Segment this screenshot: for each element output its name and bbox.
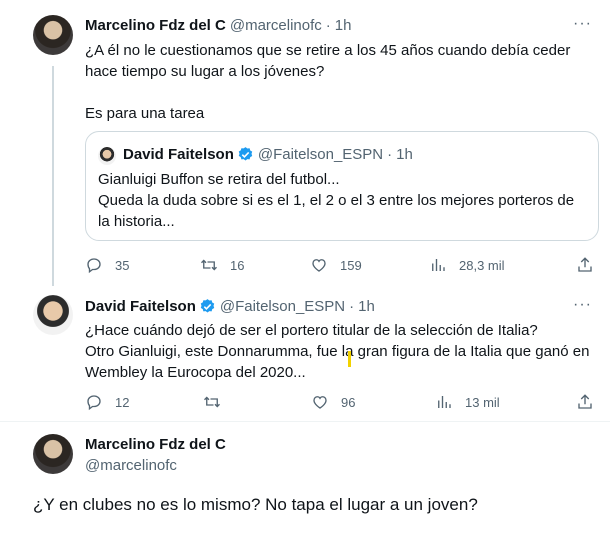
reply-icon [87, 258, 101, 274]
retweet-icon [201, 259, 217, 271]
author-handle[interactable]: @marcelinofc [230, 17, 322, 34]
tweet-header: David Faitelson @Faitelson_ESPN · 1h [85, 298, 375, 315]
quoted-tweet-text: Gianluigi Buffon se retira del futbol...… [98, 171, 575, 230]
tweet-reply-1[interactable]: Marcelino Fdz del C @marcelinofc · 1h ··… [0, 0, 610, 290]
timestamp[interactable]: 1h [358, 298, 375, 315]
more-icon[interactable]: ··· [573, 296, 592, 314]
main-author-name[interactable]: Marcelino Fdz del C [85, 436, 226, 453]
tweet-actions: 35 16 159 28,3 mil [85, 255, 595, 275]
retweet-count: 16 [230, 257, 245, 273]
quoted-tweet-header: David Faitelson @Faitelson_ESPN · 1h [123, 146, 413, 163]
reply-button[interactable]: 35 [85, 256, 129, 274]
views-button[interactable]: 13 mil [435, 393, 500, 411]
reply-icon [87, 395, 101, 411]
views-button[interactable]: 28,3 mil [429, 256, 505, 274]
views-count: 13 mil [465, 394, 500, 410]
avatar[interactable] [33, 434, 73, 474]
separator-dot: · [325, 17, 331, 34]
main-author-handle[interactable]: @marcelinofc [85, 457, 177, 474]
views-icon [438, 396, 451, 408]
text-cursor [348, 351, 351, 367]
share-button[interactable] [576, 393, 594, 411]
avatar [98, 147, 116, 165]
timestamp: 1h [396, 146, 413, 163]
retweet-icon [204, 396, 220, 408]
like-icon [312, 259, 326, 272]
like-count: 159 [340, 257, 362, 273]
verified-badge-icon [238, 147, 253, 161]
share-button[interactable] [576, 256, 594, 274]
like-count: 96 [341, 394, 356, 410]
views-icon [432, 259, 445, 271]
retweet-button[interactable]: 16 [200, 256, 244, 274]
tweet-header: Marcelino Fdz del C @marcelinofc · 1h [85, 17, 351, 34]
author-handle: @Faitelson_ESPN [257, 146, 384, 163]
tweet-actions: 12 96 13 mil [85, 392, 595, 412]
separator-dot: · [387, 146, 393, 163]
avatar[interactable] [33, 15, 73, 55]
like-button[interactable]: 96 [311, 393, 355, 411]
reply-count: 12 [115, 394, 130, 410]
verified-badge-icon [200, 299, 215, 313]
author-name[interactable]: David Faitelson [85, 298, 196, 315]
tweet-text: ¿Hace cuándo dejó de ser el portero titu… [85, 322, 590, 381]
like-button[interactable]: 159 [310, 256, 362, 274]
tweet-reply-2[interactable]: David Faitelson @Faitelson_ESPN · 1h ···… [0, 290, 610, 420]
share-icon [578, 257, 592, 272]
views-count: 28,3 mil [459, 257, 505, 273]
main-tweet-text: ¿Y en clubes no es lo mismo? No tapa el … [33, 495, 478, 514]
quoted-tweet[interactable]: David Faitelson @Faitelson_ESPN · 1h Gia… [85, 131, 599, 241]
author-name: David Faitelson [123, 146, 234, 163]
main-tweet[interactable]: Marcelino Fdz del C @marcelinofc ¿Y en c… [0, 422, 610, 533]
separator-dot: · [349, 298, 355, 315]
author-name[interactable]: Marcelino Fdz del C [85, 17, 226, 34]
reply-button[interactable]: 12 [85, 393, 129, 411]
more-icon[interactable]: ··· [573, 15, 592, 33]
like-icon [313, 396, 327, 409]
author-handle[interactable]: @Faitelson_ESPN [220, 298, 345, 315]
tweet-text: ¿A él no le cuestionamos que se retire a… [85, 42, 571, 122]
retweet-button[interactable] [203, 393, 233, 411]
avatar[interactable] [33, 295, 73, 335]
share-icon [578, 394, 592, 409]
reply-count: 35 [115, 257, 130, 273]
timestamp[interactable]: 1h [335, 17, 352, 34]
